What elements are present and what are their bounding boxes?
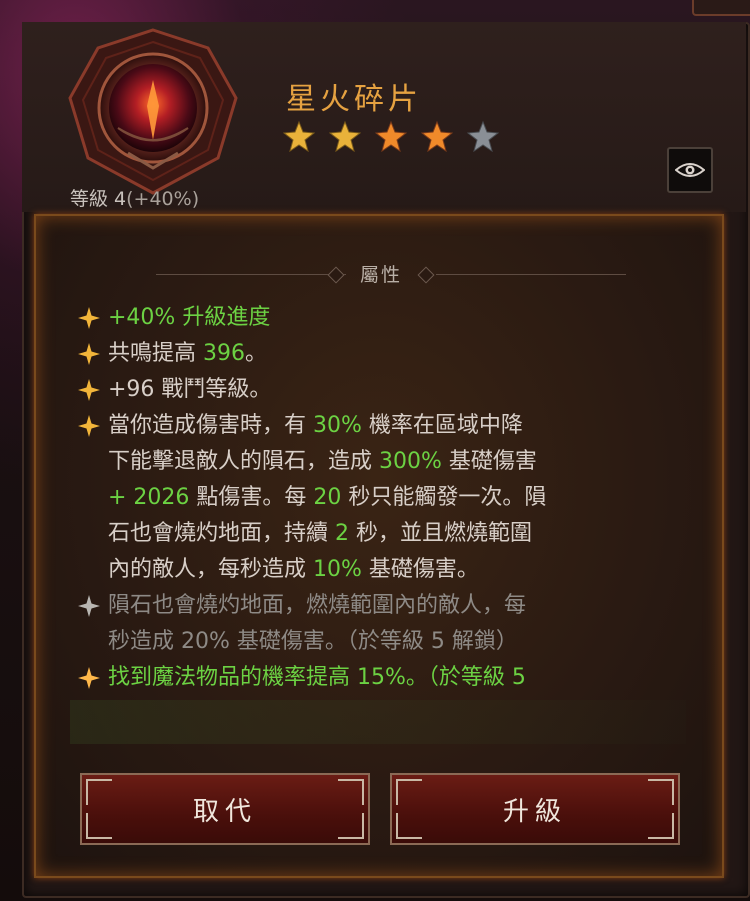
affix-value: +40% 升級進度 [108, 305, 271, 330]
star-icon-5-empty [467, 120, 499, 152]
affix-segment: 下能擊退敵人的隕石，造成 [108, 449, 379, 474]
replace-button-label: 取代 [192, 796, 257, 827]
affix-value: 10% [313, 557, 362, 582]
affix-segment: 基礎傷害。 [361, 557, 479, 582]
affix-line: 當你造成傷害時，有 30% 機率在區域中降 [108, 408, 678, 444]
affix-value: 2 [335, 521, 349, 546]
star-icon-3 [375, 120, 407, 152]
eye-icon [675, 163, 705, 177]
affix-bullet-icon [78, 667, 100, 689]
affix-value: 396 [203, 341, 245, 366]
item-level: 等級 4(+40%) [70, 184, 199, 211]
affix-segment: 共鳴提高 [108, 341, 203, 366]
affix-value: 30% [313, 413, 362, 438]
affix-value: 300% [379, 449, 442, 474]
affix-line: +40% 升級進度 [108, 300, 678, 336]
affix-line: 內的敵人，每秒造成 10% 基礎傷害。 [108, 552, 678, 588]
window-corner-tab [692, 0, 750, 16]
affix-text-2: 共鳴提高 396。 [108, 336, 678, 372]
affix-bullet-icon [78, 343, 100, 365]
affix-bullet-icon [78, 415, 100, 437]
gem-emblem-icon [68, 28, 238, 195]
affix-segment: 秒造成 20% 基礎傷害。（於等級 5 解鎖） [108, 629, 518, 654]
affix-segment: 當你造成傷害時，有 [108, 413, 313, 438]
affix-segment: 找到魔法物品的機率提高 15%。（於等級 5 [108, 665, 526, 690]
level-label: 等級 4 [70, 188, 127, 210]
affix-line: 共鳴提高 396。 [108, 336, 678, 372]
affix-segment: 秒，並且燃燒範圍 [349, 521, 532, 546]
star-icon-2 [329, 120, 361, 152]
replace-button[interactable]: 取代 [80, 773, 370, 845]
section-divider-right [436, 274, 626, 275]
item-title: 星火碎片 [286, 82, 422, 117]
inspect-button[interactable] [667, 147, 713, 193]
affix-line: 秒造成 20% 基礎傷害。（於等級 5 解鎖） [108, 624, 678, 660]
affix-value: + 2026 [108, 485, 190, 510]
affix-segment: 點傷害。每 [189, 485, 314, 510]
star-icon-1 [283, 120, 315, 152]
locked-affix-bullet-icon [78, 595, 100, 617]
affix-line: 隕石也會燒灼地面，燃燒範圍內的敵人，每 [108, 588, 678, 624]
affix-line: 找到魔法物品的機率提高 15%。（於等級 5 [108, 660, 678, 696]
affix-segment: 隕石也會燒灼地面，燃燒範圍內的敵人，每 [108, 593, 527, 618]
affix-bullet-icon [78, 307, 100, 329]
affix-bullet-icon [78, 379, 100, 401]
upgrade-button-label: 升級 [502, 796, 567, 827]
affix-segment: +96 戰鬥等級。 [108, 377, 272, 402]
affix-line: 石也會燒灼地面，持續 2 秒，並且燃燒範圍 [108, 516, 678, 552]
affix-value: 20 [313, 485, 342, 510]
affix-segment: 秒只能觸發一次。隕 [341, 485, 547, 510]
affix-segment: 基礎傷害 [441, 449, 537, 474]
highlighted-affix-row [70, 700, 686, 744]
affix-text-6: 找到魔法物品的機率提高 15%。（於等級 5 [108, 660, 678, 696]
star-rating [283, 120, 499, 152]
affix-line: + 2026 點傷害。每 20 秒只能觸發一次。隕 [108, 480, 678, 516]
affix-text-4: 當你造成傷害時，有 30% 機率在區域中降 下能擊退敵人的隕石，造成 300% 基… [108, 408, 678, 588]
star-icon-4 [421, 120, 453, 152]
affix-text-5: 隕石也會燒灼地面，燃燒範圍內的敵人，每 秒造成 20% 基礎傷害。（於等級 5 解… [108, 588, 678, 660]
affix-segment: 機率在區域中降 [361, 413, 523, 438]
affix-segment: 石也會燒灼地面，持續 [108, 521, 335, 546]
affix-line: 下能擊退敵人的隕石，造成 300% 基礎傷害 [108, 444, 678, 480]
affix-line: +96 戰鬥等級。 [108, 372, 678, 408]
affix-segment: 內的敵人，每秒造成 [108, 557, 313, 582]
affix-text-3: +96 戰鬥等級。 [108, 372, 678, 408]
level-bonus: (+40%) [126, 188, 200, 210]
affix-text-1: +40% 升級進度 [108, 300, 678, 336]
upgrade-button[interactable]: 升級 [390, 773, 680, 845]
affix-segment: 。 [245, 341, 268, 366]
